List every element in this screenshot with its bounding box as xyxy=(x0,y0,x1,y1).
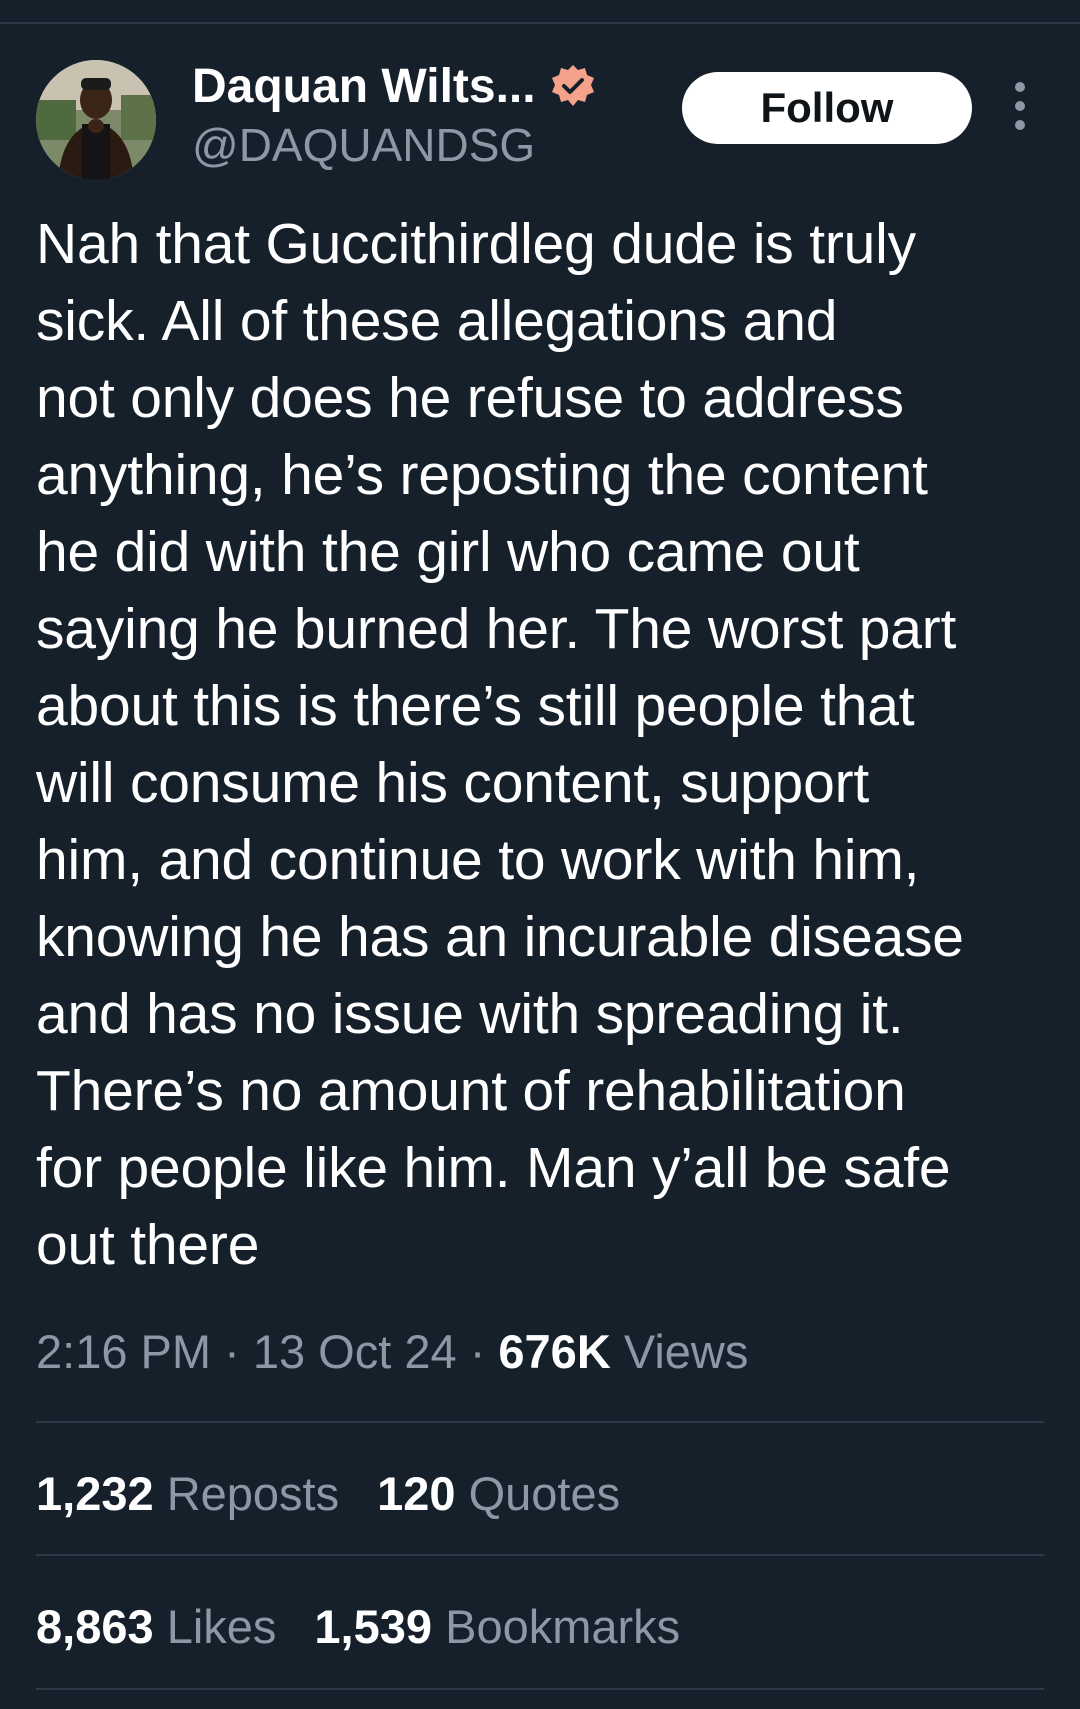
tweet-line: sick. All of these allegations and xyxy=(36,289,838,353)
more-dot xyxy=(1015,82,1025,92)
bookmarks-count: 1,539 xyxy=(314,1600,433,1653)
views-label: Views xyxy=(623,1325,749,1378)
tweet-text: Nah that Guccithirdleg dude is truly sic… xyxy=(36,206,1056,1284)
avatar[interactable] xyxy=(36,60,156,180)
meta-separator: · xyxy=(224,1325,240,1378)
more-dot xyxy=(1015,101,1025,111)
verified-badge-icon[interactable] xyxy=(550,63,596,109)
divider xyxy=(36,1421,1044,1423)
likes-label: Likes xyxy=(166,1600,277,1653)
stats-row-engagement: 1,232 Reposts 120 Quotes xyxy=(36,1466,658,1521)
likes-stat[interactable]: 8,863 Likes xyxy=(36,1599,276,1654)
reposts-stat[interactable]: 1,232 Reposts xyxy=(36,1466,339,1521)
tweet-line: about this is there’s still people that xyxy=(36,674,915,738)
author-name-row: Daquan Wilts... xyxy=(192,58,596,114)
meta-separator: · xyxy=(469,1325,486,1378)
divider xyxy=(36,1554,1044,1556)
tweet-line: not only does he refuse to address xyxy=(36,366,904,430)
tweet-line: There’s no amount of rehabilitation xyxy=(36,1059,906,1123)
avatar-image xyxy=(36,60,156,180)
tweet-line: anything, he’s reposting the content xyxy=(36,443,928,507)
bookmarks-stat[interactable]: 1,539 Bookmarks xyxy=(314,1599,680,1654)
reposts-count: 1,232 xyxy=(36,1467,154,1520)
author-handle[interactable]: @DAQUANDSG xyxy=(192,118,535,172)
tweet-line: Nah that Guccithirdleg dude is truly xyxy=(36,212,916,276)
bookmarks-label: Bookmarks xyxy=(445,1600,681,1653)
follow-button[interactable]: Follow xyxy=(682,72,972,144)
tweet-line: he did with the girl who came out xyxy=(36,520,860,584)
more-dot xyxy=(1015,120,1025,130)
top-divider xyxy=(0,22,1080,24)
divider xyxy=(36,1688,1044,1690)
quotes-stat[interactable]: 120 Quotes xyxy=(377,1466,620,1521)
quotes-count: 120 xyxy=(377,1467,456,1520)
author-display-name[interactable]: Daquan Wilts... xyxy=(192,59,536,114)
tweet-line: knowing he has an incurable disease xyxy=(36,905,964,969)
tweet-line: for people like him. Man y’all be safe xyxy=(36,1136,951,1200)
tweet-line: saying he burned her. The worst part xyxy=(36,597,957,661)
tweet-line: will consume his content, support xyxy=(36,751,869,815)
tweet-date[interactable]: 13 Oct 24 xyxy=(253,1325,457,1378)
tweet-time[interactable]: 2:16 PM xyxy=(36,1325,211,1378)
reposts-label: Reposts xyxy=(166,1467,340,1520)
tweet-meta: 2:16 PM · 13 Oct 24 · 676K Views xyxy=(36,1324,748,1379)
tweet-line: out there xyxy=(36,1213,260,1277)
stats-row-likes: 8,863 Likes 1,539 Bookmarks xyxy=(36,1599,718,1654)
views-count: 676K xyxy=(498,1325,611,1378)
likes-count: 8,863 xyxy=(36,1600,154,1653)
tweet-line: him, and continue to work with him, xyxy=(36,828,920,892)
tweet-line: and has no issue with spreading it. xyxy=(36,982,904,1046)
more-vertical-icon[interactable] xyxy=(1008,82,1032,130)
quotes-label: Quotes xyxy=(468,1467,621,1520)
